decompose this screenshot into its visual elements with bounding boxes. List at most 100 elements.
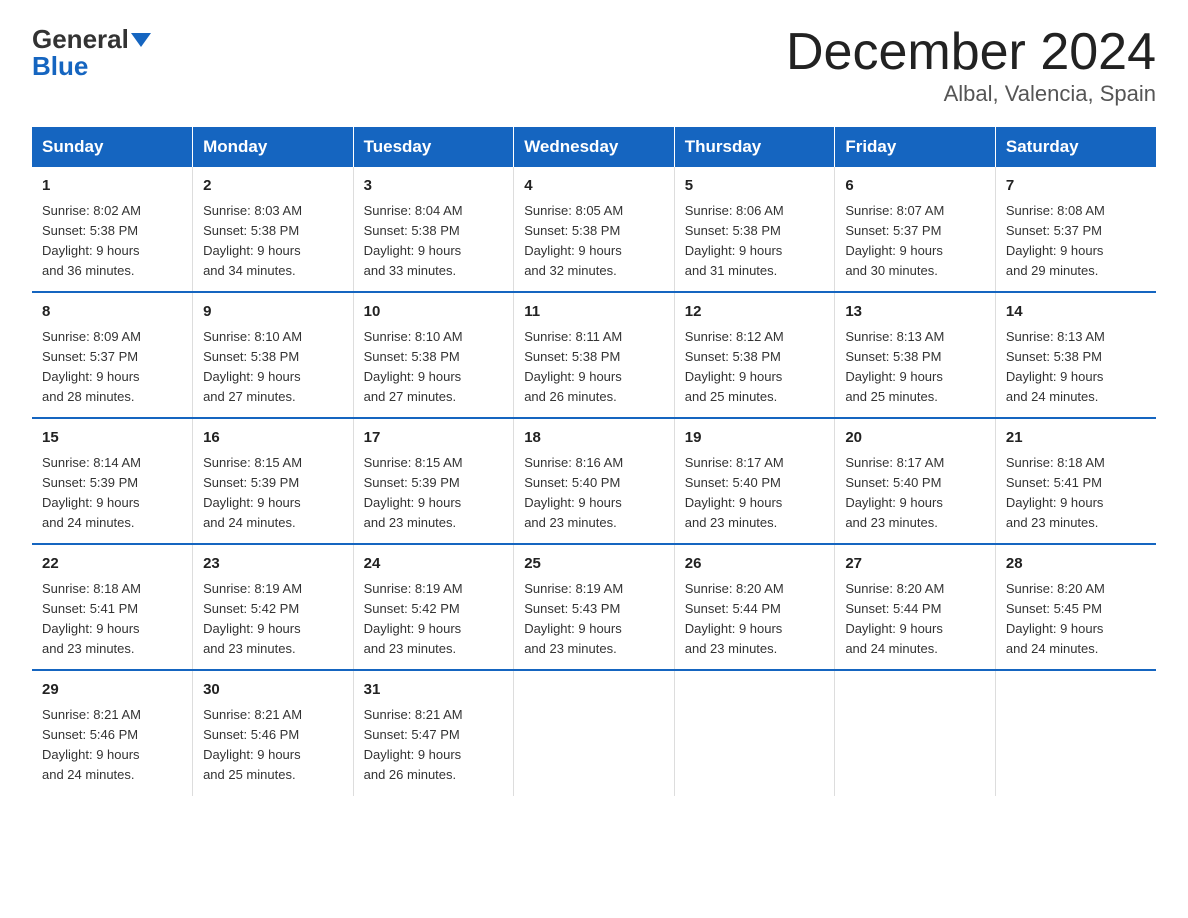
day-number: 24	[364, 553, 504, 576]
table-row: 8 Sunrise: 8:09 AMSunset: 5:37 PMDaylight…	[32, 292, 193, 418]
day-number: 17	[364, 427, 504, 450]
table-row	[514, 670, 675, 795]
calendar-week-row: 1Sunrise: 8:02 AMSunset: 5:38 PMDaylight…	[32, 167, 1156, 292]
table-row: 7 Sunrise: 8:08 AMSunset: 5:37 PMDaylight…	[995, 167, 1156, 292]
table-row: 20 Sunrise: 8:17 AMSunset: 5:40 PMDayligh…	[835, 418, 996, 544]
table-row	[674, 670, 835, 795]
calendar-subtitle: Albal, Valencia, Spain	[786, 81, 1156, 107]
table-row: 19 Sunrise: 8:17 AMSunset: 5:40 PMDayligh…	[674, 418, 835, 544]
day-number: 26	[685, 553, 825, 576]
table-row: 10 Sunrise: 8:10 AMSunset: 5:38 PMDayligh…	[353, 292, 514, 418]
day-number: 13	[845, 301, 985, 324]
day-number: 28	[1006, 553, 1146, 576]
table-row: 11 Sunrise: 8:11 AMSunset: 5:38 PMDayligh…	[514, 292, 675, 418]
day-info: Sunrise: 8:19 AMSunset: 5:42 PMDaylight:…	[203, 579, 343, 660]
table-row: 25Sunrise: 8:19 AMSunset: 5:43 PMDayligh…	[514, 544, 675, 670]
table-row: 3Sunrise: 8:04 AMSunset: 5:38 PMDaylight…	[353, 167, 514, 292]
table-row	[995, 670, 1156, 795]
day-number: 31	[364, 679, 504, 702]
table-row: 9 Sunrise: 8:10 AMSunset: 5:38 PMDaylight…	[193, 292, 354, 418]
day-info: Sunrise: 8:04 AMSunset: 5:38 PMDaylight:…	[364, 201, 504, 282]
day-number: 8	[42, 301, 182, 324]
day-info: Sunrise: 8:16 AMSunset: 5:40 PMDaylight:…	[524, 453, 664, 534]
title-block: December 2024 Albal, Valencia, Spain	[786, 24, 1156, 107]
day-number: 22	[42, 553, 182, 576]
day-info: Sunrise: 8:05 AMSunset: 5:38 PMDaylight:…	[524, 201, 664, 282]
table-row: 1Sunrise: 8:02 AMSunset: 5:38 PMDaylight…	[32, 167, 193, 292]
col-friday: Friday	[835, 127, 996, 167]
table-row: 26Sunrise: 8:20 AMSunset: 5:44 PMDayligh…	[674, 544, 835, 670]
day-number: 18	[524, 427, 664, 450]
day-number: 10	[364, 301, 504, 324]
day-info: Sunrise: 8:08 AMSunset: 5:37 PMDaylight:…	[1006, 201, 1146, 282]
day-info: Sunrise: 8:21 AMSunset: 5:47 PMDaylight:…	[364, 705, 504, 786]
page-header: General Blue December 2024 Albal, Valenc…	[32, 24, 1156, 107]
col-saturday: Saturday	[995, 127, 1156, 167]
day-info: Sunrise: 8:10 AMSunset: 5:38 PMDaylight:…	[203, 327, 343, 408]
day-number: 5	[685, 175, 825, 198]
day-info: Sunrise: 8:17 AMSunset: 5:40 PMDaylight:…	[845, 453, 985, 534]
day-info: Sunrise: 8:20 AMSunset: 5:45 PMDaylight:…	[1006, 579, 1146, 660]
day-number: 20	[845, 427, 985, 450]
day-number: 16	[203, 427, 343, 450]
col-thursday: Thursday	[674, 127, 835, 167]
table-row: 31 Sunrise: 8:21 AMSunset: 5:47 PMDayligh…	[353, 670, 514, 795]
day-number: 11	[524, 301, 664, 324]
day-info: Sunrise: 8:14 AMSunset: 5:39 PMDaylight:…	[42, 453, 182, 534]
logo-triangle-icon	[131, 33, 151, 47]
calendar-week-row: 8 Sunrise: 8:09 AMSunset: 5:37 PMDaylight…	[32, 292, 1156, 418]
day-number: 19	[685, 427, 825, 450]
table-row: 15 Sunrise: 8:14 AMSunset: 5:39 PMDayligh…	[32, 418, 193, 544]
day-info: Sunrise: 8:07 AMSunset: 5:37 PMDaylight:…	[845, 201, 985, 282]
table-row: 17 Sunrise: 8:15 AMSunset: 5:39 PMDayligh…	[353, 418, 514, 544]
calendar-week-row: 15 Sunrise: 8:14 AMSunset: 5:39 PMDayligh…	[32, 418, 1156, 544]
table-row: 14 Sunrise: 8:13 AMSunset: 5:38 PMDayligh…	[995, 292, 1156, 418]
day-info: Sunrise: 8:19 AMSunset: 5:42 PMDaylight:…	[364, 579, 504, 660]
calendar-table: Sunday Monday Tuesday Wednesday Thursday…	[32, 127, 1156, 795]
col-sunday: Sunday	[32, 127, 193, 167]
table-row	[835, 670, 996, 795]
day-number: 23	[203, 553, 343, 576]
day-number: 29	[42, 679, 182, 702]
day-number: 14	[1006, 301, 1146, 324]
day-number: 4	[524, 175, 664, 198]
table-row: 27Sunrise: 8:20 AMSunset: 5:44 PMDayligh…	[835, 544, 996, 670]
table-row: 16 Sunrise: 8:15 AMSunset: 5:39 PMDayligh…	[193, 418, 354, 544]
day-info: Sunrise: 8:13 AMSunset: 5:38 PMDaylight:…	[845, 327, 985, 408]
day-info: Sunrise: 8:17 AMSunset: 5:40 PMDaylight:…	[685, 453, 825, 534]
day-number: 15	[42, 427, 182, 450]
table-row: 4 Sunrise: 8:05 AMSunset: 5:38 PMDaylight…	[514, 167, 675, 292]
day-info: Sunrise: 8:11 AMSunset: 5:38 PMDaylight:…	[524, 327, 664, 408]
day-info: Sunrise: 8:15 AMSunset: 5:39 PMDaylight:…	[364, 453, 504, 534]
day-info: Sunrise: 8:12 AMSunset: 5:38 PMDaylight:…	[685, 327, 825, 408]
day-info: Sunrise: 8:06 AMSunset: 5:38 PMDaylight:…	[685, 201, 825, 282]
logo-blue-text: Blue	[32, 51, 88, 82]
table-row: 2Sunrise: 8:03 AMSunset: 5:38 PMDaylight…	[193, 167, 354, 292]
col-monday: Monday	[193, 127, 354, 167]
col-wednesday: Wednesday	[514, 127, 675, 167]
day-number: 30	[203, 679, 343, 702]
table-row: 28 Sunrise: 8:20 AMSunset: 5:45 PMDayligh…	[995, 544, 1156, 670]
day-number: 21	[1006, 427, 1146, 450]
table-row: 6Sunrise: 8:07 AMSunset: 5:37 PMDaylight…	[835, 167, 996, 292]
table-row: 18 Sunrise: 8:16 AMSunset: 5:40 PMDayligh…	[514, 418, 675, 544]
table-row: 5 Sunrise: 8:06 AMSunset: 5:38 PMDaylight…	[674, 167, 835, 292]
day-info: Sunrise: 8:15 AMSunset: 5:39 PMDaylight:…	[203, 453, 343, 534]
day-number: 2	[203, 175, 343, 198]
day-info: Sunrise: 8:18 AMSunset: 5:41 PMDaylight:…	[42, 579, 182, 660]
table-row: 22 Sunrise: 8:18 AMSunset: 5:41 PMDayligh…	[32, 544, 193, 670]
day-info: Sunrise: 8:21 AMSunset: 5:46 PMDaylight:…	[203, 705, 343, 786]
day-number: 9	[203, 301, 343, 324]
day-info: Sunrise: 8:02 AMSunset: 5:38 PMDaylight:…	[42, 201, 182, 282]
day-number: 27	[845, 553, 985, 576]
day-info: Sunrise: 8:10 AMSunset: 5:38 PMDaylight:…	[364, 327, 504, 408]
day-info: Sunrise: 8:13 AMSunset: 5:38 PMDaylight:…	[1006, 327, 1146, 408]
day-number: 25	[524, 553, 664, 576]
table-row: 30 Sunrise: 8:21 AMSunset: 5:46 PMDayligh…	[193, 670, 354, 795]
day-number: 7	[1006, 175, 1146, 198]
calendar-week-row: 22 Sunrise: 8:18 AMSunset: 5:41 PMDayligh…	[32, 544, 1156, 670]
calendar-header-row: Sunday Monday Tuesday Wednesday Thursday…	[32, 127, 1156, 167]
table-row: 29Sunrise: 8:21 AMSunset: 5:46 PMDayligh…	[32, 670, 193, 795]
table-row: 24 Sunrise: 8:19 AMSunset: 5:42 PMDayligh…	[353, 544, 514, 670]
day-info: Sunrise: 8:09 AMSunset: 5:37 PMDaylight:…	[42, 327, 182, 408]
